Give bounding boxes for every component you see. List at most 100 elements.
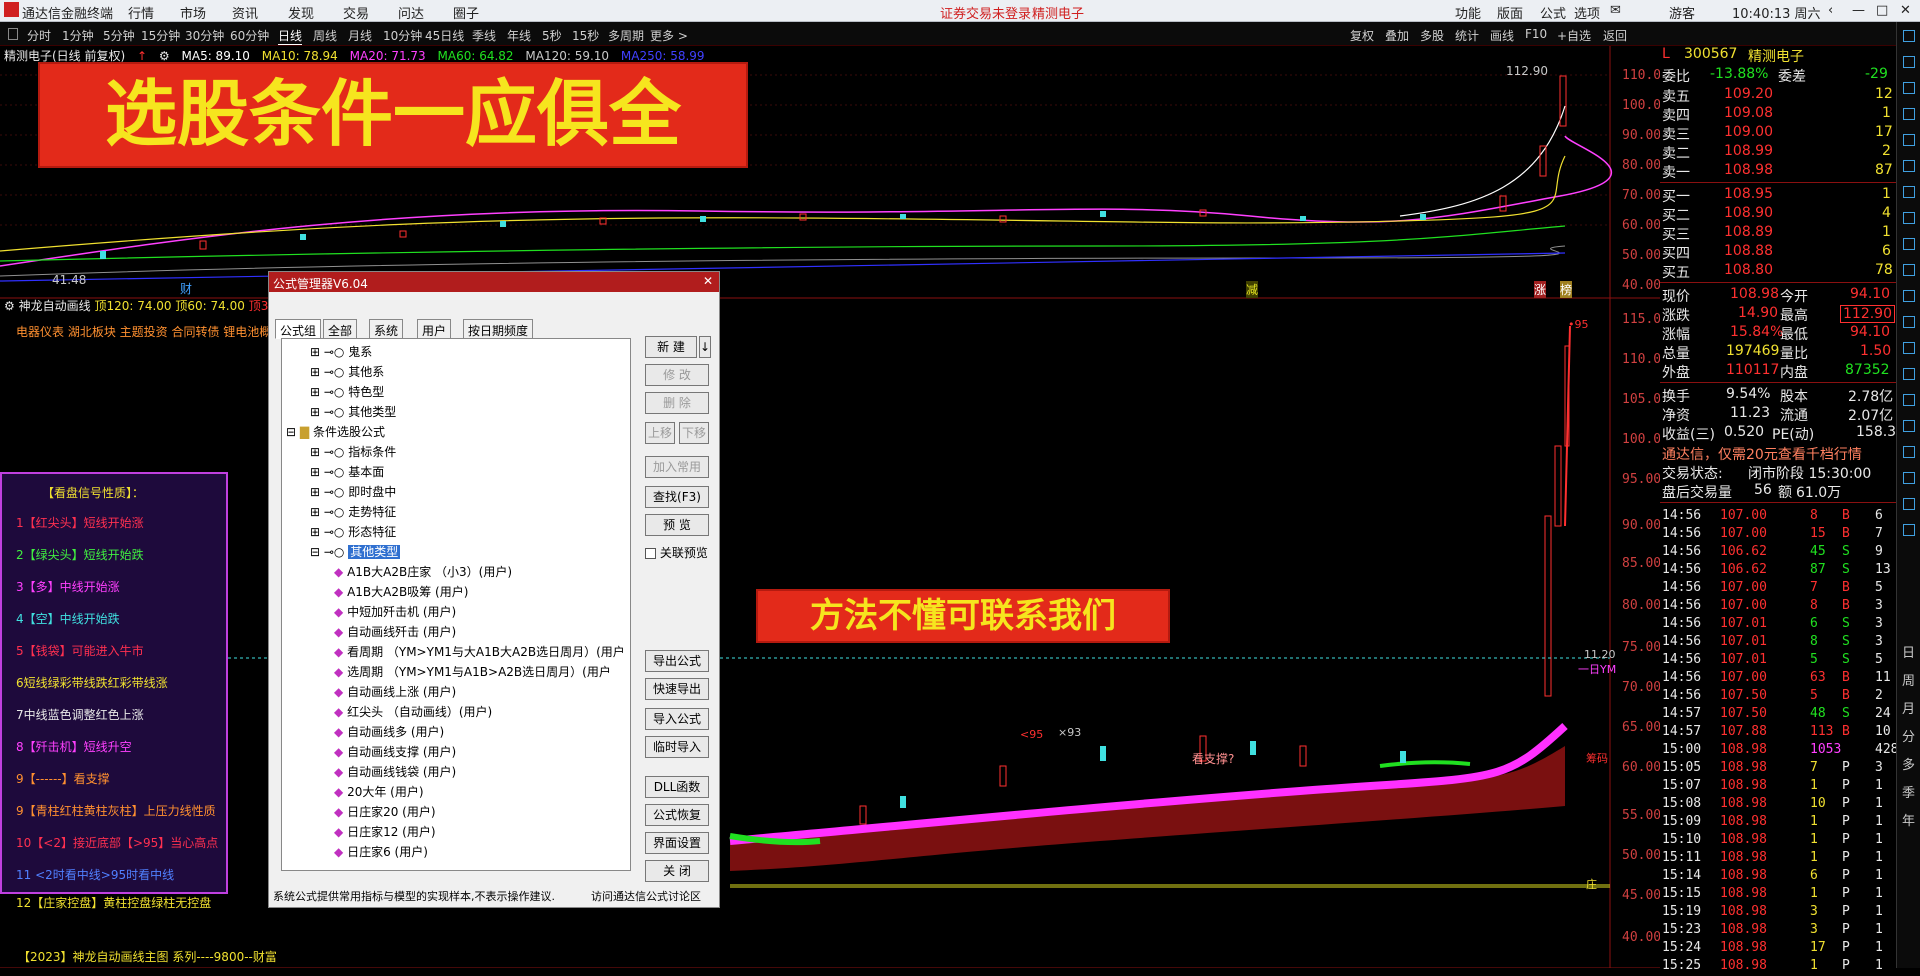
period-tab[interactable]: 15分钟 xyxy=(141,27,180,44)
formula-item[interactable]: ◆ A1B大A2B吸筹 (用户) xyxy=(334,583,468,600)
period-tab[interactable]: 15秒 xyxy=(572,27,599,44)
formula-item[interactable]: ◆ 自动画线支撑 (用户) xyxy=(334,743,456,760)
formula-item[interactable]: ◆ 红尖头 （自动画线）(用户) xyxy=(334,703,492,720)
tool-icon[interactable] xyxy=(1903,212,1915,224)
tool-icon[interactable] xyxy=(1903,186,1915,198)
tree-node[interactable]: ⊞ ⊸○ 其他系 xyxy=(310,363,384,380)
period-tab[interactable]: 5秒 xyxy=(542,27,562,44)
side-period-button[interactable]: 月 xyxy=(1902,698,1915,717)
tree-node-folder[interactable]: ⊟ ▇ 条件选股公式 xyxy=(286,423,385,440)
bid-row-4[interactable]: 买四 108.88 6 xyxy=(1660,243,1896,262)
menu-item[interactable]: 功能 xyxy=(1455,3,1481,22)
tool-icon[interactable] xyxy=(1903,290,1915,302)
linked-preview-checkbox[interactable]: 关联预览 xyxy=(645,544,708,561)
menu-item[interactable]: 交易 xyxy=(343,3,369,22)
formula-item[interactable]: ◆ 自动画线上涨 (用户) xyxy=(334,683,456,700)
menu-item[interactable]: 资讯 xyxy=(232,3,258,22)
formula-item[interactable]: ◆ 选周期 （YM>YM1与A1B>A2B选日周月）(用户 xyxy=(334,663,611,680)
tick-row[interactable]: 14:56 107.00 15 B 7 xyxy=(1660,526,1896,544)
preview-button[interactable]: 预 览 xyxy=(645,514,709,536)
thousand-level-ad[interactable]: 通达信，仅需20元查看千档行情 xyxy=(1660,444,1896,463)
export-formula-button[interactable]: 导出公式 xyxy=(645,650,709,672)
toolbar-button[interactable]: +自选 xyxy=(1557,27,1591,44)
tick-row[interactable]: 15:23 108.98 3 P 1 xyxy=(1660,922,1896,940)
period-tab[interactable]: 5分钟 xyxy=(103,27,135,44)
menu-item[interactable]: 公式 xyxy=(1540,3,1566,22)
ask-row-2[interactable]: 卖二 108.99 2 xyxy=(1660,143,1896,162)
tool-icon[interactable] xyxy=(1903,238,1915,250)
tick-row[interactable]: 15:15 108.98 1 P 1 xyxy=(1660,886,1896,904)
formula-item[interactable]: ◆ 中短加歼击机 (用户) xyxy=(334,603,456,620)
ask-row-1[interactable]: 卖一 108.98 87 xyxy=(1660,162,1896,181)
formula-item[interactable]: ◆ 日庄家20 (用户) xyxy=(334,803,436,820)
find-button[interactable]: 查找(F3) xyxy=(645,486,709,508)
tick-row[interactable]: 15:25 108.98 1 P 1 xyxy=(1660,958,1896,976)
chart-canvas[interactable] xyxy=(0,46,1660,968)
side-period-button[interactable]: 多 xyxy=(1902,754,1915,773)
login-notice[interactable]: 证券交易未登录 xyxy=(940,3,1031,22)
toolbar-button[interactable]: 复权 xyxy=(1350,27,1374,44)
tick-row[interactable]: 14:56 107.00 8 B 6 xyxy=(1660,508,1896,526)
period-tab[interactable]: 60分钟 xyxy=(230,27,269,44)
minimize-icon[interactable]: — xyxy=(1852,3,1865,18)
side-period-button[interactable]: 日 xyxy=(1902,642,1915,661)
side-period-button[interactable]: 周 xyxy=(1902,670,1915,689)
tool-icon[interactable] xyxy=(1903,420,1915,432)
formula-item[interactable]: ◆ 日庄家12 (用户) xyxy=(334,823,436,840)
tool-icon[interactable] xyxy=(1903,134,1915,146)
tree-node[interactable]: ⊞ ⊸○ 基本面 xyxy=(310,463,384,480)
toolbar-button[interactable]: 统计 xyxy=(1455,27,1479,44)
toolbar-button[interactable]: 多股 xyxy=(1420,27,1444,44)
menu-item[interactable]: 版面 xyxy=(1497,3,1523,22)
dialog-titlebar[interactable]: 公式管理器V6.04 ✕ xyxy=(269,272,719,292)
period-tab[interactable]: 多周期 xyxy=(608,27,644,44)
period-tab[interactable]: 分时 xyxy=(27,27,51,44)
tree-node-selected[interactable]: ⊟ ⊸○ 其他类型 xyxy=(310,543,401,560)
period-tab[interactable]: 更多 > xyxy=(650,27,688,44)
tool-icon[interactable] xyxy=(1903,342,1915,354)
tick-row[interactable]: 14:56 107.01 6 S 3 xyxy=(1660,616,1896,634)
modify-button[interactable]: 修 改 xyxy=(645,364,709,386)
menu-item[interactable]: 市场 xyxy=(180,3,206,22)
delete-button[interactable]: 删 除 xyxy=(645,392,709,414)
mail-icon[interactable]: ✉ xyxy=(1610,3,1621,18)
formula-item[interactable]: ◆ 自动画线多 (用户) xyxy=(334,723,444,740)
ask-row-4[interactable]: 卖四 109.08 1 xyxy=(1660,105,1896,124)
ask-row-5[interactable]: 卖五 109.20 12 xyxy=(1660,86,1896,105)
formula-item[interactable]: ◆ 自动画线歼击 (用户) xyxy=(334,623,456,640)
tick-row[interactable]: 14:56 107.00 8 B 3 xyxy=(1660,598,1896,616)
side-period-button[interactable]: 季 xyxy=(1902,782,1915,801)
toolbar-button[interactable]: 返回 xyxy=(1603,27,1627,44)
forum-link[interactable]: 访问通达信公式讨论区 xyxy=(591,888,701,904)
new-button[interactable]: 新 建 xyxy=(645,336,697,358)
tool-icon[interactable] xyxy=(1903,524,1915,536)
tool-icon[interactable] xyxy=(1903,394,1915,406)
tick-row[interactable]: 15:11 108.98 1 P 1 xyxy=(1660,850,1896,868)
toolbar-button[interactable]: 画线 xyxy=(1490,27,1514,44)
import-formula-button[interactable]: 导入公式 xyxy=(645,708,709,730)
tick-row[interactable]: 14:56 107.00 63 B 11 xyxy=(1660,670,1896,688)
period-tab[interactable]: 周线 xyxy=(313,27,337,44)
close-button[interactable]: 关 闭 xyxy=(645,860,709,882)
move-up-button[interactable]: 上移 xyxy=(645,422,675,444)
tool-icon[interactable] xyxy=(1903,264,1915,276)
tick-row[interactable]: 15:09 108.98 1 P 1 xyxy=(1660,814,1896,832)
new-dropdown-icon[interactable]: ↓ xyxy=(699,336,711,358)
grid-icon[interactable] xyxy=(8,28,18,40)
tick-row[interactable]: 14:57 107.50 48 S 24 xyxy=(1660,706,1896,724)
tick-row[interactable]: 15:24 108.98 17 P 1 xyxy=(1660,940,1896,958)
tick-row[interactable]: 15:19 108.98 3 P 1 xyxy=(1660,904,1896,922)
side-period-button[interactable]: 分 xyxy=(1902,726,1915,745)
chart-marker[interactable]: 财 xyxy=(180,280,192,297)
back-icon[interactable]: ‹ xyxy=(1828,3,1833,18)
tree-node[interactable]: ⊞ ⊸○ 即时盘中 xyxy=(310,483,396,500)
bid-row-2[interactable]: 买二 108.90 4 xyxy=(1660,205,1896,224)
formula-item[interactable]: ◆ A1B大A2B庄家 （小3）(用户) xyxy=(334,563,512,580)
formula-restore-button[interactable]: 公式恢复 xyxy=(645,804,709,826)
period-tab[interactable]: 年线 xyxy=(507,27,531,44)
ui-settings-button[interactable]: 界面设置 xyxy=(645,832,709,854)
tab-system[interactable]: 系统 xyxy=(369,319,404,339)
menu-item[interactable]: 行情 xyxy=(128,3,154,22)
tick-row[interactable]: 14:56 106.62 87 S 13 xyxy=(1660,562,1896,580)
bid-row-5[interactable]: 买五 108.80 78 xyxy=(1660,262,1896,281)
